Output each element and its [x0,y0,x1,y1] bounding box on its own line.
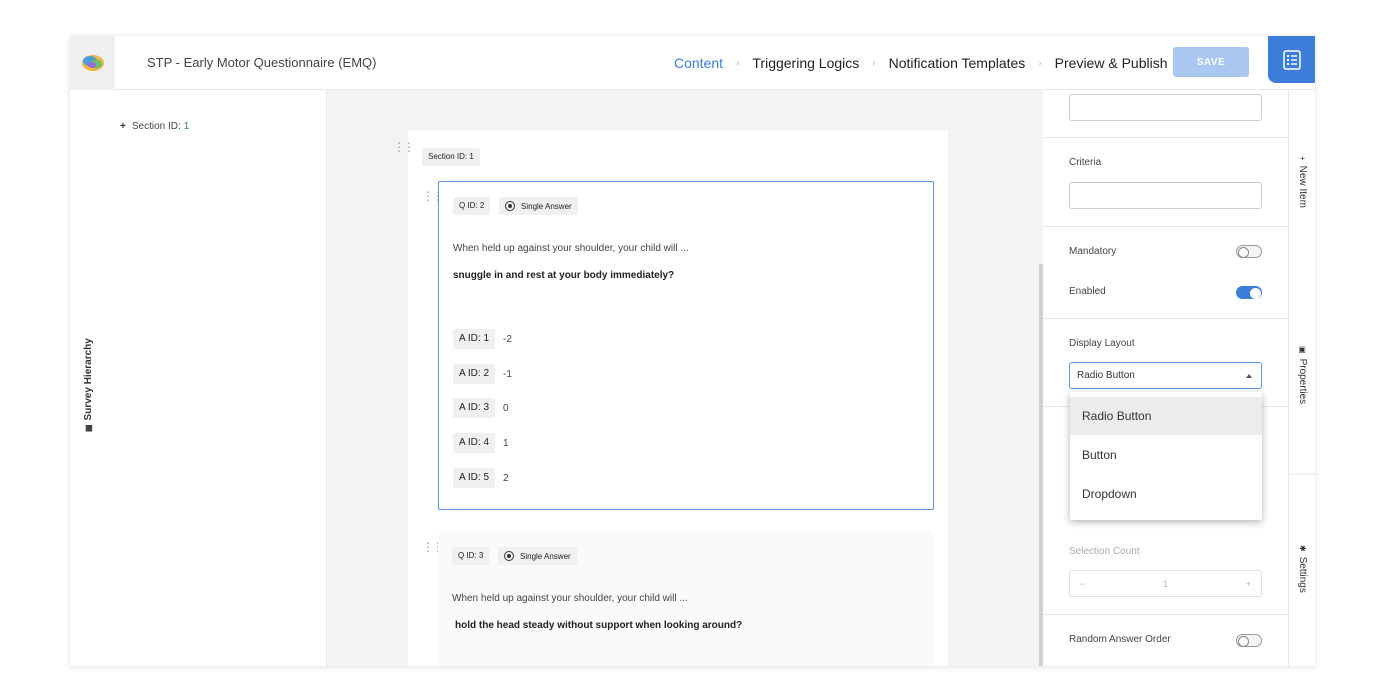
display-layout-select[interactable]: Radio Button [1069,362,1262,389]
tab-settings-label-wrap: ✱ Settings [1297,545,1308,593]
answer-row[interactable]: A ID: 5 2 [453,468,509,488]
answer-value: -1 [503,368,512,380]
survey-hierarchy-panel: + Section ID: 1 ▦ Survey Hierarchy [70,90,327,666]
answer-value: 0 [503,402,509,414]
question-type-label: Single Answer [520,551,571,561]
hierarchy-item-section-1[interactable]: + Section ID: 1 [120,121,189,132]
question-card[interactable]: Q ID: 3 Single Answer When held up again… [438,532,934,666]
mandatory-toggle[interactable] [1236,245,1262,258]
save-button[interactable]: SAVE [1173,47,1249,77]
tab-settings-label: Settings [1297,556,1308,593]
tab-properties[interactable]: ▣ Properties [1288,283,1315,473]
tab-new-item[interactable]: + New Item [1288,90,1315,283]
hierarchy-icon: ▦ [84,424,93,432]
answer-id-chip: A ID: 4 [453,433,496,453]
survey-title: STP - Early Motor Questionnaire (EMQ) [147,55,377,70]
question-text: snuggle in and rest at your body immedia… [453,270,675,281]
criteria-field[interactable] [1069,182,1262,209]
random-answer-order-label: Random Answer Order [1069,634,1171,645]
answer-id-chip: A ID: 1 [453,329,496,349]
tab-settings[interactable]: ✱ Settings [1288,475,1315,666]
properties-panel: Criteria Mandatory Enabled Display Layou… [1043,90,1288,666]
tab-new-item-label: New Item [1297,165,1308,208]
answer-id-chip: A ID: 2 [453,364,496,384]
plus-icon[interactable]: + [1246,579,1251,589]
question-type-label: Single Answer [521,201,572,211]
survey-hierarchy-tab[interactable]: ▦ Survey Hierarchy [83,338,94,432]
answer-row[interactable]: A ID: 1 -2 [453,329,512,349]
hierarchy-item-label: Section ID: [131,121,181,132]
selection-count-stepper[interactable]: − 1 + [1069,570,1262,597]
question-prompt: When held up against your shoulder, your… [453,243,689,254]
enabled-label: Enabled [1069,286,1106,297]
radio-target-icon [505,201,515,211]
answer-value: 2 [503,472,509,484]
chevron-right-icon: › [1038,57,1042,69]
document-panel-button[interactable] [1268,36,1315,83]
gear-icon: ✱ [1298,545,1307,552]
dropdown-option-dropdown[interactable]: Dropdown [1070,475,1262,513]
caret-up-icon [1246,374,1252,378]
tab-new-item-label-wrap: + New Item [1297,156,1308,208]
workflow-nav: Content › Triggering Logics › Notificati… [674,55,1167,71]
section-id-chip: Section ID: 1 [422,148,480,166]
mandatory-label: Mandatory [1069,246,1117,257]
divider [1043,318,1288,319]
question-type-chip: Single Answer [498,547,577,565]
divider [1043,226,1288,227]
selection-count-label: Selection Count [1069,546,1140,557]
nav-preview-publish[interactable]: Preview & Publish [1055,55,1168,71]
drag-handle-icon[interactable]: ⋮⋮ [393,141,415,153]
answer-id-chip: A ID: 5 [453,468,496,488]
random-answer-order-toggle[interactable] [1236,634,1262,647]
app-logo[interactable] [70,36,115,90]
enabled-toggle[interactable] [1236,286,1262,299]
brain-logo-icon [81,55,104,71]
question-text: hold the head steady without support whe… [455,620,743,631]
property-text-field[interactable] [1069,94,1262,121]
criteria-label: Criteria [1069,157,1102,168]
hierarchy-item-number: 1 [183,121,190,132]
plus-icon: + [120,121,126,132]
chevron-right-icon: › [872,57,876,69]
survey-editor-app: STP - Early Motor Questionnaire (EMQ) Co… [70,36,1315,666]
question-prompt: When held up against your shoulder, your… [452,593,688,604]
top-header: STP - Early Motor Questionnaire (EMQ) Co… [70,36,1315,90]
question-id-chip: Q ID: 3 [452,547,490,565]
divider [1043,137,1288,138]
question-card-selected[interactable]: Q ID: 2 Single Answer When held up again… [438,181,934,510]
dropdown-option-button[interactable]: Button [1070,436,1262,474]
plus-icon: + [1298,156,1307,161]
tab-properties-label: Properties [1297,358,1308,405]
display-layout-value: Radio Button [1077,370,1135,381]
tab-properties-label-wrap: ▣ Properties [1297,346,1308,404]
answer-id-chip: A ID: 3 [453,398,496,418]
survey-hierarchy-label: Survey Hierarchy [83,338,94,421]
radio-target-icon [504,551,514,561]
document-list-icon [1282,49,1301,70]
answer-row[interactable]: A ID: 4 1 [453,433,509,453]
minus-icon[interactable]: − [1080,579,1085,589]
nav-content[interactable]: Content [674,55,723,71]
answer-value: -2 [503,333,512,345]
selection-count-value: 1 [1162,578,1168,589]
answer-row[interactable]: A ID: 2 -1 [453,364,512,384]
answer-row[interactable]: A ID: 3 0 [453,398,509,418]
properties-icon: ▣ [1298,346,1307,354]
answer-value: 1 [503,437,509,449]
question-type-chip: Single Answer [499,197,578,215]
question-id-chip: Q ID: 2 [453,197,491,215]
nav-notification-templates[interactable]: Notification Templates [889,55,1026,71]
nav-triggering-logics[interactable]: Triggering Logics [752,55,859,71]
dropdown-option-radio-button[interactable]: Radio Button [1070,397,1262,435]
display-layout-dropdown: Radio Button Button Dropdown [1070,392,1262,520]
chevron-right-icon: › [736,57,740,69]
divider [1043,614,1288,615]
side-tab-rail: + New Item ▣ Properties ✱ Settings [1288,90,1315,666]
display-layout-label: Display Layout [1069,338,1135,349]
